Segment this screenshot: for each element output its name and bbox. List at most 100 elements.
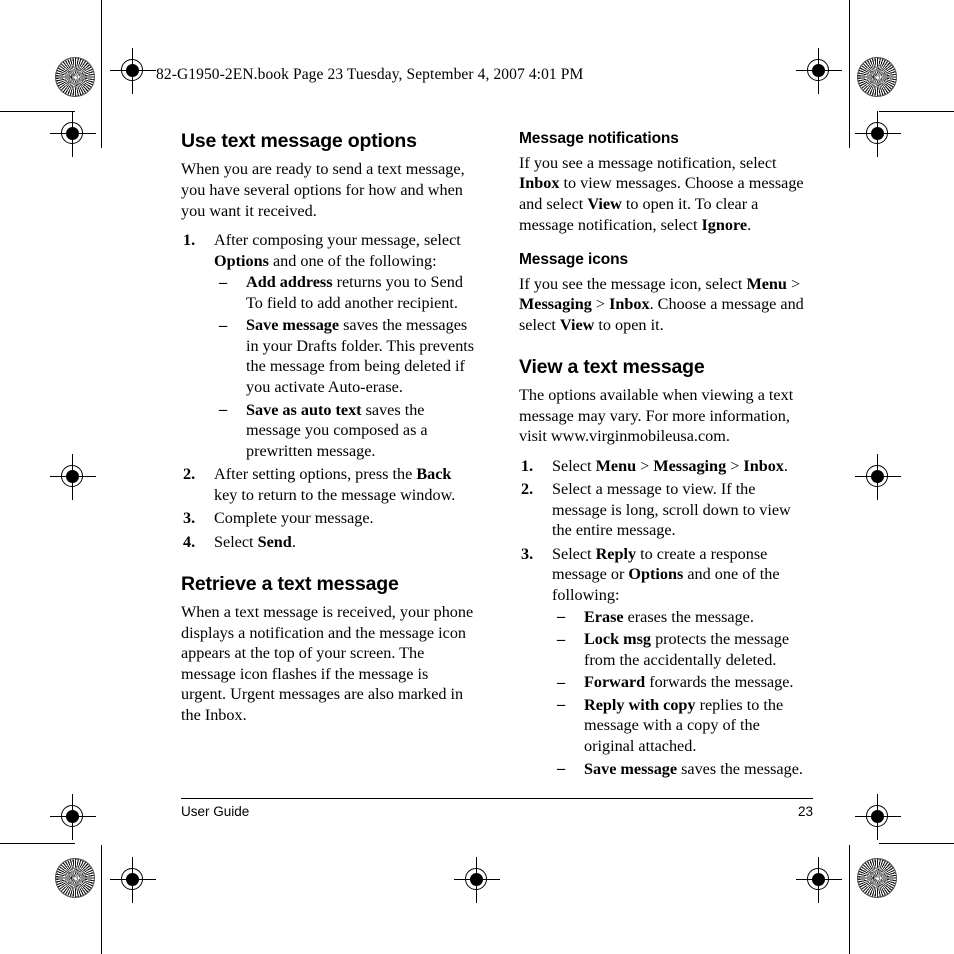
sub-bullet-term: Lock msg <box>584 630 652 649</box>
bold-term-view: View <box>559 316 595 334</box>
trim-line-right-vertical-lower <box>849 845 850 954</box>
registration-mark-upper-left <box>50 111 96 157</box>
text-part: to open it. <box>594 316 664 334</box>
footer-rule <box>181 798 813 800</box>
star-target-mark-bottom-right <box>857 858 897 898</box>
dash-bullet-icon: – <box>219 400 228 419</box>
bold-term-inbox: Inbox <box>519 174 560 193</box>
paragraph-retrieve-a-text-message: When a text message is received, your ph… <box>181 602 474 724</box>
step-item-1: 1. After composing your message, select … <box>181 230 475 461</box>
step-bold-term: Back <box>416 465 452 484</box>
sub-bullet-save-message: – Save message saves the messages in you… <box>214 315 475 397</box>
sub-bullet-reply-with-copy: – Reply with copy replies to the message… <box>552 695 813 757</box>
text-part: Select <box>552 456 596 475</box>
footer-document-title: User Guide <box>181 804 250 820</box>
step-number: 2. <box>521 480 534 499</box>
two-column-layout: Use text message options When you are re… <box>181 130 813 782</box>
trim-line-left-vertical-lower <box>101 845 102 954</box>
sub-bullet-lock-msg: – Lock msg protects the message from the… <box>552 629 813 670</box>
sub-bullet-description: forwards the message. <box>645 673 794 692</box>
trim-line-bottom-left-horizontal <box>0 843 75 844</box>
sub-bullet-term: Erase <box>584 607 624 626</box>
text-part: . <box>783 456 788 475</box>
step-item-1: 1. Select Menu > Messaging > Inbox. <box>519 456 813 477</box>
star-target-mark-top-left <box>55 57 95 97</box>
step-number: 3. <box>521 544 534 563</box>
sub-bullet-description: saves the message. <box>677 759 803 778</box>
sub-bullet-term: Forward <box>584 673 646 692</box>
step-bold-term: Options <box>214 251 269 270</box>
footer-row: User Guide 23 <box>181 804 813 819</box>
text-part: If you see a message notification, selec… <box>519 153 777 172</box>
subsection-heading-message-notifications: Message notifications <box>519 130 679 147</box>
left-column: Use text message options When you are re… <box>181 130 475 734</box>
bold-term-inbox: Inbox <box>609 295 650 314</box>
step-text-part: Select <box>214 532 258 551</box>
dash-bullet-icon: – <box>557 607 566 626</box>
star-target-mark-top-right <box>857 57 897 97</box>
text-part: > <box>591 295 610 314</box>
step-text: After setting options, press the Back ke… <box>214 465 455 504</box>
section-heading-use-text-message-options: Use text message options <box>181 130 417 152</box>
sub-bullet-forward: – Forward forwards the message. <box>552 672 813 693</box>
dash-bullet-icon: – <box>557 672 566 691</box>
trim-line-right-vertical <box>849 0 850 148</box>
step-text: Select Send. <box>214 533 296 551</box>
paragraph-message-notifications: If you see a message notification, selec… <box>519 153 813 235</box>
step-text: Select a message to view. If the message… <box>552 480 791 540</box>
step-item-3: 3. Select Reply to create a response mes… <box>519 544 813 779</box>
text-part: If you see the message icon, select <box>519 274 747 293</box>
bold-term-inbox: Inbox <box>743 456 784 475</box>
step-text-part: After setting options, press the <box>214 465 417 484</box>
text-part: > <box>636 456 654 475</box>
step-text: Complete your message. <box>214 509 374 528</box>
sub-bullet-save-as-auto-text: – Save as auto text saves the message yo… <box>214 400 475 462</box>
step-item-4: 4. Select Send. <box>181 532 475 553</box>
registration-mark-top-left <box>110 48 156 94</box>
page-footer: User Guide 23 <box>181 798 813 819</box>
imposition-slug-line: 82-G1950-2EN.book Page 23 Tuesday, Septe… <box>156 66 584 83</box>
text-part: > <box>726 456 744 475</box>
trim-line-left-vertical <box>101 0 102 148</box>
text-part: . <box>747 215 752 234</box>
text-part: > <box>786 274 801 293</box>
bold-term-menu: Menu <box>595 456 637 475</box>
registration-mark-middle-left <box>50 454 96 500</box>
sub-bullet-description: erases the message. <box>623 607 754 626</box>
step-text-part: . <box>291 532 296 551</box>
step-item-3: 3. Complete your message. <box>181 508 475 529</box>
dash-bullet-icon: – <box>557 629 566 648</box>
paragraph-use-text-intro: When you are ready to send a text messag… <box>181 160 465 220</box>
trim-line-bottom-right-horizontal <box>879 843 954 844</box>
registration-mark-lower-right <box>855 794 901 840</box>
step-number: 3. <box>183 509 196 528</box>
star-target-mark-bottom-left <box>55 858 95 898</box>
step-number: 1. <box>183 231 196 250</box>
step-bold-term: Send <box>257 532 292 551</box>
bold-term-options: Options <box>628 565 684 584</box>
bold-term-ignore: Ignore <box>701 215 748 234</box>
dash-bullet-icon: – <box>219 315 228 334</box>
registration-mark-lower-left <box>50 794 96 840</box>
sub-bullet-term: Save message <box>246 316 340 335</box>
step-text-part: and one of the following: <box>268 251 437 270</box>
section-heading-retrieve-a-text-message: Retrieve a text message <box>181 572 399 595</box>
bold-term-view: View <box>587 194 622 213</box>
bold-term-messaging: Messaging <box>653 456 727 475</box>
step-text: Select Menu > Messaging > Inbox. <box>552 457 788 475</box>
step-item-2: 2. Select a message to view. If the mess… <box>519 479 813 541</box>
section-heading-view-a-text-message: View a text message <box>519 355 705 378</box>
sub-bullet-term: Reply with copy <box>584 695 696 714</box>
paragraph-message-icons: If you see the message icon, select Menu… <box>519 274 813 336</box>
registration-mark-middle-right <box>855 454 901 500</box>
registration-mark-bottom-right <box>796 857 842 903</box>
sub-bullet-list-options: – Add address returns you to Send To fie… <box>214 272 475 461</box>
paragraph-view-a-text-message-intro: The options available when viewing a tex… <box>519 385 794 446</box>
trim-line-top-left-horizontal <box>0 111 75 112</box>
step-text-part: key to return to the message window. <box>214 485 456 504</box>
dash-bullet-icon: – <box>557 695 566 714</box>
step-number: 1. <box>521 456 534 475</box>
sub-bullet-save-message: – Save message saves the message. <box>552 759 813 780</box>
step-number: 4. <box>183 532 196 551</box>
steps-list-use-text-message-options: 1. After composing your message, select … <box>181 230 475 552</box>
